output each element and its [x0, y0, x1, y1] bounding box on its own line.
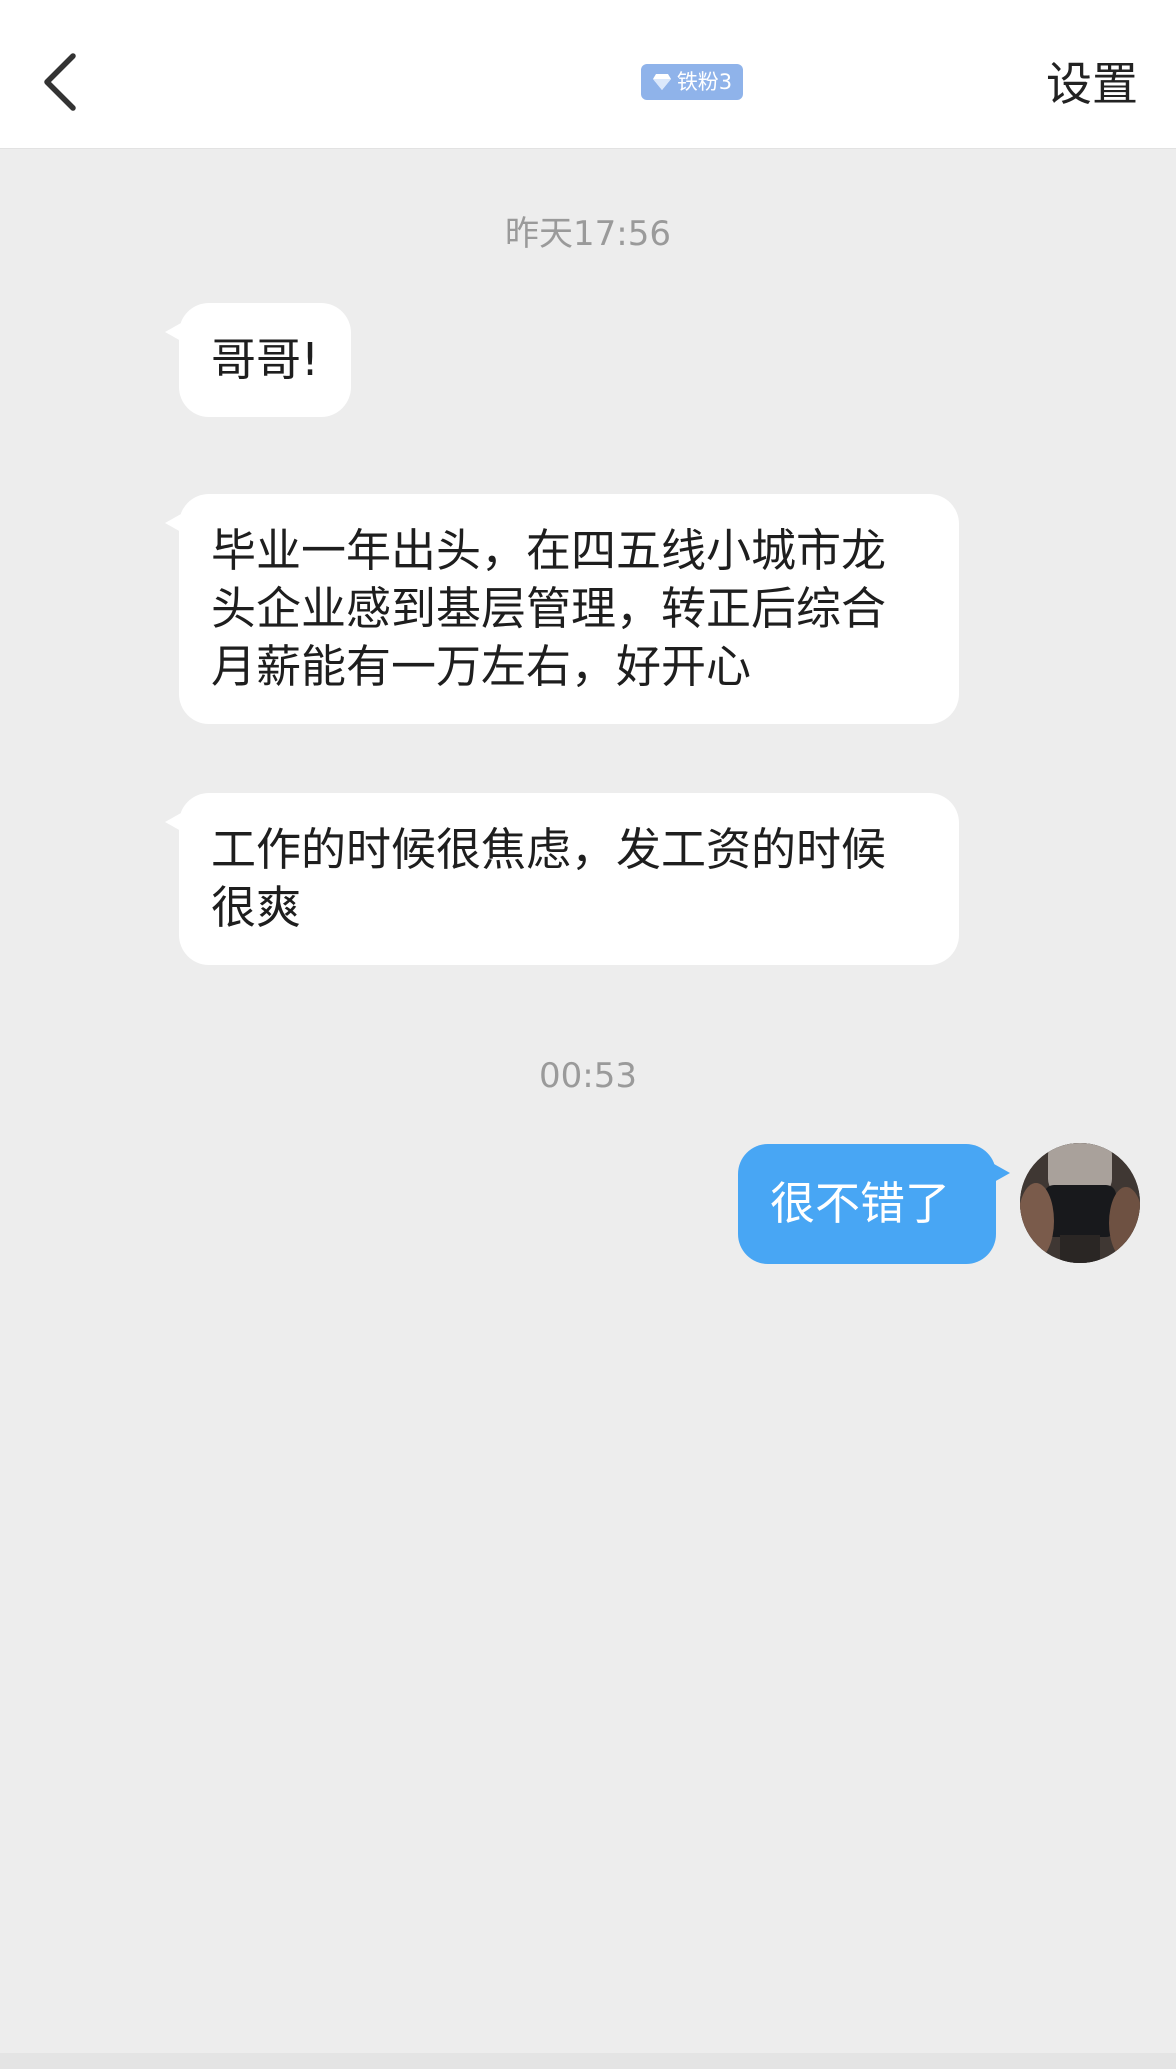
diamond-icon	[652, 74, 671, 90]
message-timestamp: 00:53	[539, 1056, 637, 1096]
chat-header: 铁粉3 设置	[0, 0, 1176, 149]
incoming-message[interactable]: 毕业一年出头，在四五线小城市龙头企业感到基层管理，转正后综合月薪能有一万左右，好…	[165, 494, 959, 724]
outgoing-message[interactable]: 很不错了	[738, 1144, 1010, 1264]
fan-level-badge: 铁粉3	[641, 64, 743, 100]
badge-label: 铁粉3	[676, 69, 733, 94]
incoming-message[interactable]: 哥哥!	[164, 303, 352, 417]
user-avatar[interactable]	[1020, 1143, 1140, 1263]
incoming-message[interactable]: 工作的时候很焦虑，发工资的时候很爽	[165, 793, 959, 965]
avatar-photo	[1020, 1143, 1140, 1263]
message-timestamp: 昨天17:56	[505, 214, 671, 254]
settings-button[interactable]: 设置	[1046, 52, 1138, 116]
bottom-bar	[0, 2053, 1176, 2069]
back-arrow-icon	[44, 53, 76, 111]
back-button[interactable]	[30, 46, 90, 118]
